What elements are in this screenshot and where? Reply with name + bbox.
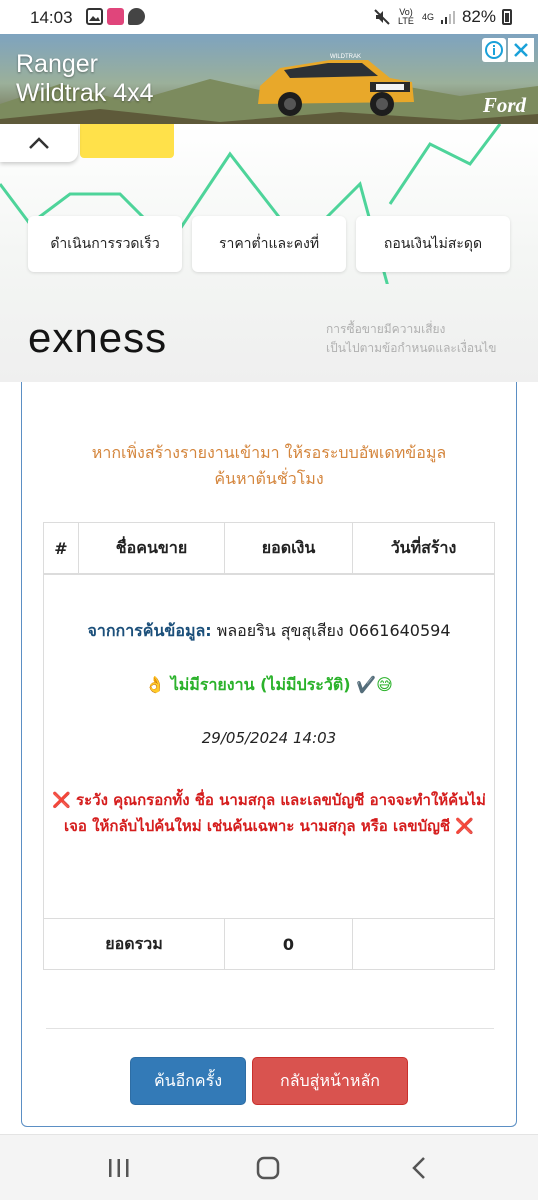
home-icon[interactable] [252, 1153, 284, 1183]
header-amount: ยอดเงิน [225, 523, 353, 573]
network-label: 4G [421, 11, 434, 22]
search-again-button[interactable]: ค้นอีกครั้ง [130, 1057, 246, 1105]
cross-icon: ❌ [455, 817, 474, 835]
update-notice: หากเพิ่งสร้างรายงานเข้ามา ให้รอระบบอัพเด… [91, 443, 447, 488]
back-home-button[interactable]: กลับสู่หน้าหลัก [252, 1057, 408, 1105]
result-status: 👌 ไม่มีรายงาน (ไม่มีประวัติ) ✔️😅 [44, 673, 494, 698]
truck-plate: WILDTRAK [330, 54, 361, 60]
battery-icon [502, 9, 512, 25]
signal-icon [440, 11, 455, 24]
exness-logo: exness [28, 314, 168, 361]
truck-image: WILDTRAK [258, 54, 414, 116]
chevron-up-icon [29, 137, 49, 149]
header-number: # [44, 523, 79, 573]
report-table: # ชื่อคนขาย ยอดเงิน วันที่สร้าง จากการค้… [43, 522, 495, 970]
status-bar: 14:03 Vo) LTE 4G 82% [0, 0, 538, 34]
volte-label: Vo) LTE [398, 7, 414, 26]
search-summary: จากการค้นข้อมูล: พลอยริน สุขสุเสียง 0661… [44, 619, 494, 644]
feature-withdrawal[interactable]: ถอนเงินไม่สะดุด [356, 216, 510, 272]
ad-title: Ranger Wildtrak 4x4 [16, 50, 154, 107]
recent-apps-icon[interactable] [104, 1153, 134, 1183]
chat-icon [128, 8, 145, 25]
feature-low-price[interactable]: ราคาต่ำและคงที่ [192, 216, 346, 272]
table-row: จากการค้นข้อมูล: พลอยริน สุขสุเสียง 0661… [44, 575, 494, 919]
total-empty-cell [353, 919, 494, 969]
check-smile-icon: ✔️😅 [356, 675, 393, 694]
screen: 14:03 Vo) LTE 4G 82% Ranger Wildtrak 4x4… [0, 0, 538, 1200]
total-row: ยอดรวม 0 [44, 919, 494, 969]
notification-icons [86, 8, 145, 25]
ad-close-icon[interactable] [508, 38, 534, 62]
search-date: 29/05/2024 14:03 [201, 729, 337, 747]
result-text: ไม่มีรายงาน (ไม่มีประวัติ) [170, 675, 351, 694]
feature-fast-execution[interactable]: ดำเนินการรวดเร็ว [28, 216, 182, 272]
android-nav-bar [0, 1134, 538, 1200]
search-label: จากการค้นข้อมูล: [87, 621, 212, 640]
battery-percent: 82% [461, 7, 496, 26]
divider [46, 1028, 494, 1029]
ad-info-icon[interactable] [482, 38, 506, 62]
warning-message: ❌ ระวัง คุณกรอกทั้ง ชื่อ นามสกุล และเลขบ… [50, 787, 488, 839]
status-time: 14:03 [30, 8, 73, 27]
status-indicators: Vo) LTE 4G 82% [374, 7, 512, 27]
ford-logo: Ford [482, 93, 526, 117]
image-icon [86, 8, 103, 25]
total-value: 0 [225, 919, 353, 969]
report-card: หากเพิ่งสร้างรายงานเข้ามา ให้รอระบบอัพเด… [21, 382, 517, 1127]
back-icon[interactable] [404, 1153, 434, 1183]
table-header: # ชื่อคนขาย ยอดเงิน วันที่สร้าง [44, 523, 494, 575]
exness-ad[interactable]: ดำเนินการรวดเร็ว ราคาต่ำและคงที่ ถอนเงิน… [0, 124, 538, 382]
search-value: พลอยริน สุขสุเสียง 0661640594 [216, 621, 451, 640]
header-created-date: วันที่สร้าง [390, 537, 457, 557]
header-seller-name: ชื่อคนขาย [79, 523, 225, 573]
mute-icon [374, 9, 390, 25]
collapse-ad-button[interactable] [0, 124, 78, 162]
warning-text: ระวัง คุณกรอกทั้ง ชื่อ นามสกุล และเลขบัญ… [64, 791, 486, 835]
ford-ad-banner[interactable]: Ranger Wildtrak 4x4 WILDTRAK Ford [0, 34, 538, 124]
app-icon [107, 8, 124, 25]
total-label: ยอดรวม [44, 919, 225, 969]
cross-icon: ❌ [52, 791, 71, 809]
ad-disclaimer: การซื้อขายมีความเสี่ยง เป็นไปตามข้อกำหนด… [326, 322, 497, 355]
ok-hand-icon: 👌 [145, 675, 166, 694]
